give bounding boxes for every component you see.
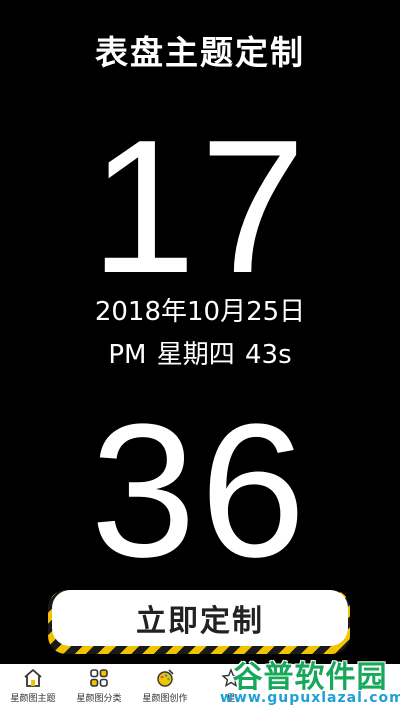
clock-minute: 36 bbox=[90, 385, 310, 597]
grid-icon bbox=[89, 668, 109, 688]
tab-create-label: 星颜图创作 bbox=[142, 694, 188, 704]
tab-theme-label: 星颜图主题 bbox=[10, 694, 56, 704]
page-title: 表盘主题定制 bbox=[95, 33, 305, 72]
watch-face-screen: 表盘主题定制 17 2018年10月25日 PM 星期四 43s 36 立即定制… bbox=[0, 0, 400, 712]
clock-ampm-weekday-seconds: PM 星期四 43s bbox=[108, 340, 292, 370]
clock-hour: 17 bbox=[90, 101, 310, 313]
palette-icon bbox=[155, 668, 175, 688]
site-watermark: 谷普软件园 www.gupuxlazal.com bbox=[220, 652, 400, 712]
customize-now-button[interactable]: 立即定制 bbox=[52, 590, 348, 646]
tab-create[interactable]: 星颜图创作 bbox=[132, 664, 198, 712]
tab-category[interactable]: 星颜图分类 bbox=[66, 664, 132, 712]
home-icon bbox=[23, 668, 43, 688]
clock-date: 2018年10月25日 bbox=[94, 297, 306, 327]
tab-category-label: 星颜图分类 bbox=[76, 694, 122, 704]
tab-theme[interactable]: 星颜图主题 bbox=[0, 664, 66, 712]
watermark-url: www.gupuxlazal.com bbox=[220, 690, 400, 706]
